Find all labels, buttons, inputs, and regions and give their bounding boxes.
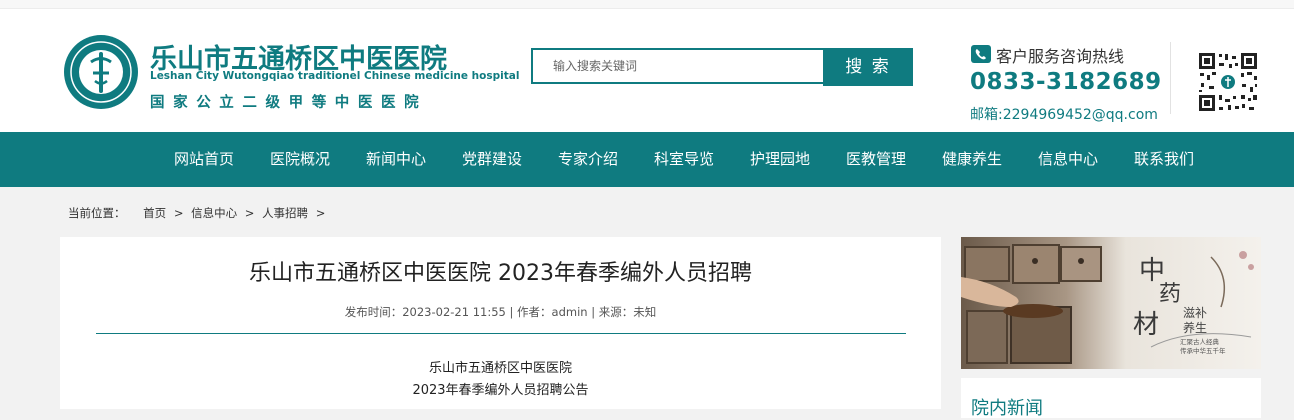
qr-code-icon: [1197, 51, 1259, 113]
breadcrumb-separator: >: [173, 206, 184, 220]
site-header: 乐山市五通桥区中医医院 Leshan City Wutongqiao tradi…: [0, 9, 1294, 132]
hospital-logo-icon[interactable]: [62, 33, 140, 111]
nav-item-party[interactable]: 党群建设: [462, 132, 522, 187]
article-title: 乐山市五通桥区中医医院 2023年春季编外人员招聘: [249, 261, 752, 286]
article-body-line: 2023年春季编外人员招聘公告: [412, 383, 589, 398]
search-input[interactable]: [533, 50, 823, 82]
nav-item-info[interactable]: 信息中心: [1038, 132, 1098, 187]
banner-title-char: 材: [1133, 310, 1159, 340]
breadcrumb-item-home[interactable]: 首页: [143, 205, 166, 221]
email-address[interactable]: 邮箱:2294969452@qq.com: [970, 104, 1158, 124]
main-nav: 网站首页 医院概况 新闻中心 党群建设 专家介绍 科室导览 护理园地 医教管理 …: [0, 132, 1294, 187]
hotline-label: 客户服务咨询热线: [996, 47, 1125, 66]
nav-item-contact[interactable]: 联系我们: [1134, 132, 1194, 187]
search-box: [531, 48, 823, 84]
banner-title-char: 药: [1159, 282, 1181, 307]
article-meta: 发布时间：2023-02-21 11:55 | 作者：admin | 来源：未知: [344, 305, 657, 319]
nav-item-departments[interactable]: 科室导览: [654, 132, 714, 187]
breadcrumb: 当前位置： 首页 > 信息中心 > 人事招聘 >: [68, 205, 329, 221]
breadcrumb-label: 当前位置：: [68, 206, 126, 220]
nav-item-news[interactable]: 新闻中心: [366, 132, 426, 187]
article-body-line: 乐山市五通桥区中医医院: [428, 361, 572, 376]
nav-item-nursing[interactable]: 护理园地: [750, 132, 810, 187]
banner-caption-1: 汇聚古人经典: [1180, 337, 1220, 346]
nav-item-education[interactable]: 医教管理: [846, 132, 906, 187]
nav-item-experts[interactable]: 专家介绍: [558, 132, 618, 187]
hospital-name-en: Leshan City Wutongqiao traditionel Chine…: [150, 70, 520, 82]
article: 乐山市五通桥区中医医院 2023年春季编外人员招聘 发布时间：2023-02-2…: [60, 237, 941, 409]
banner-sub-line2: 养生: [1183, 320, 1207, 335]
hospital-news-title[interactable]: 院内新闻: [971, 394, 1043, 420]
breadcrumb-separator: >: [315, 206, 326, 220]
banner-sub-line1: 滋补: [1183, 306, 1207, 320]
phone-icon: [971, 45, 991, 63]
nav-item-overview[interactable]: 医院概况: [270, 132, 330, 187]
phone-number: 0833-3182689: [970, 69, 1162, 95]
hospital-grade: 国家公立二级甲等中医医院: [150, 95, 428, 111]
breadcrumb-item-hr[interactable]: 人事招聘: [262, 205, 308, 221]
breadcrumb-separator: >: [244, 206, 255, 220]
hospital-news-panel: 院内新闻: [961, 378, 1261, 420]
herbal-medicine-banner[interactable]: 中 药 材 滋补 养生 汇聚古人经典 传承中华五千年: [961, 237, 1261, 369]
nav-item-health[interactable]: 健康养生: [942, 132, 1002, 187]
article-divider: [96, 333, 906, 334]
top-strip: [0, 0, 1294, 9]
nav-item-home[interactable]: 网站首页: [174, 132, 234, 187]
banner-caption-2: 传承中华五千年: [1180, 346, 1226, 355]
breadcrumb-item-info[interactable]: 信息中心: [191, 205, 237, 221]
divider: [1170, 42, 1171, 114]
search-button[interactable]: 搜 索: [823, 48, 913, 86]
